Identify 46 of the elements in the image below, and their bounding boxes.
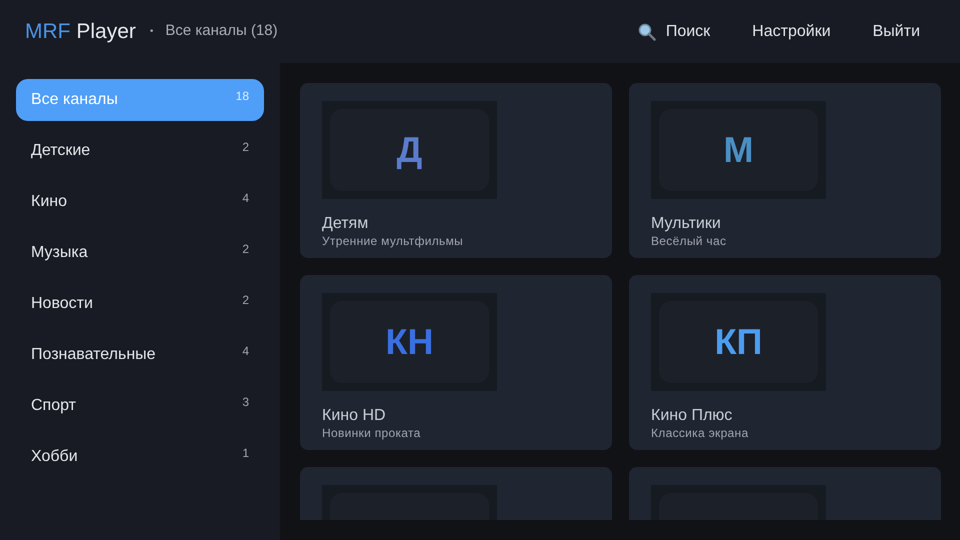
category-item[interactable]: Детские 2 (16, 130, 264, 172)
category-item[interactable]: Спорт 3 (16, 385, 264, 427)
category-label: Спорт (31, 396, 76, 416)
channel-name: Кино HD (322, 406, 387, 426)
category-item[interactable]: Кино 4 (16, 181, 264, 223)
category-label: Кино (31, 192, 67, 212)
search-icon (638, 22, 656, 40)
category-label: Познавательные (31, 345, 156, 365)
channel-card[interactable]: М Мультики Весёлый час (629, 83, 941, 258)
program-title: Утренние мультфильмы (322, 234, 464, 248)
program-title: Классика экрана (651, 426, 750, 440)
category-item[interactable]: Музыка 2 (16, 232, 264, 274)
category-count: 2 (242, 292, 249, 309)
category-label: Новости (31, 294, 93, 314)
category-count: 3 (242, 394, 249, 411)
category-count: 4 (242, 190, 249, 207)
category-label: Детские (31, 141, 90, 161)
category-item[interactable]: Новости 2 (16, 283, 264, 325)
page-subtitle: Все каналы (18) (165, 21, 278, 42)
category-count: 18 (236, 88, 249, 105)
separator-dot: • (150, 25, 154, 39)
category-count: 2 (242, 139, 249, 156)
category-count: 2 (242, 241, 249, 258)
app-logo: MRF Player (25, 18, 136, 45)
channel-card[interactable]: Д Детям Утренние мультфильмы (300, 83, 612, 258)
channel-logo: Д (330, 109, 489, 191)
category-count: 1 (242, 445, 249, 462)
category-label: Хобби (31, 447, 78, 467)
category-label: Все каналы (31, 90, 118, 110)
search-button[interactable]: Поиск (638, 20, 710, 44)
program-title: Весёлый час (651, 234, 728, 248)
category-count: 4 (242, 343, 249, 360)
category-item[interactable]: Познавательные 4 (16, 334, 264, 376)
header-link[interactable]: Выйти (872, 20, 920, 44)
category-item[interactable]: Хобби 1 (16, 436, 264, 478)
channel-card[interactable]: КП Кино Плюс Классика экрана (629, 275, 941, 450)
category-label: Музыка (31, 243, 88, 263)
header-link[interactable]: Настройки (752, 20, 831, 44)
channel-name: Кино Плюс (651, 406, 734, 426)
channel-logo: КН (330, 301, 489, 383)
channel-name: Мультики (651, 214, 722, 234)
channel-name: Детям (322, 214, 370, 234)
channel-card[interactable]: КН Кино HD Новинки проката (300, 275, 612, 450)
channel-logo: КП (659, 301, 818, 383)
channel-logo: М (659, 109, 818, 191)
program-title: Новинки проката (322, 426, 422, 440)
